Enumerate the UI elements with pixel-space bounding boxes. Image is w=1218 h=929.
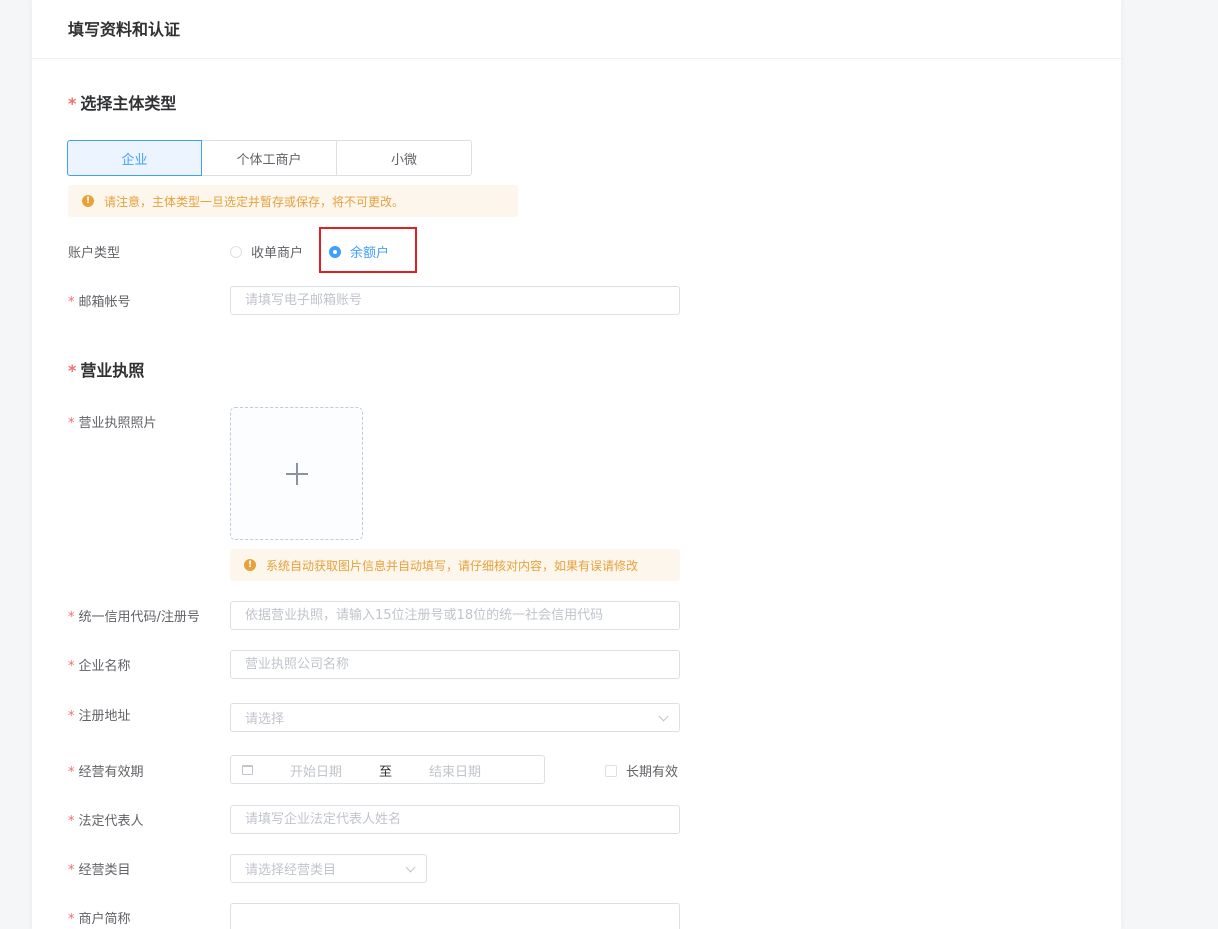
long-term-checkbox[interactable]: 长期有效 bbox=[605, 761, 678, 780]
credit-code-label: * 统一信用代码/注册号 bbox=[68, 606, 200, 625]
end-date-placeholder[interactable]: 结束日期 bbox=[429, 761, 481, 780]
short-name-input[interactable] bbox=[230, 903, 680, 929]
credit-code-label-text: 统一信用代码/注册号 bbox=[78, 610, 200, 625]
legal-rep-label-text: 法定代表人 bbox=[78, 814, 144, 829]
required-mark: * bbox=[68, 863, 75, 878]
required-mark: * bbox=[68, 361, 77, 380]
required-mark: * bbox=[68, 765, 75, 780]
tab-micro[interactable]: 小微 bbox=[337, 140, 472, 176]
subject-type-warning-text: 请注意，主体类型一旦选定并暂存或保存，将不可更改。 bbox=[104, 194, 405, 209]
address-label-text: 注册地址 bbox=[78, 709, 131, 724]
page-title: 填写资料和认证 bbox=[68, 20, 181, 39]
license-section-title: * 营业执照 bbox=[68, 357, 144, 381]
plus-icon bbox=[285, 462, 308, 485]
required-mark: * bbox=[68, 912, 75, 927]
license-section-title-text: 营业执照 bbox=[80, 361, 145, 380]
address-select-placeholder: 请选择 bbox=[245, 712, 285, 727]
calendar-icon bbox=[242, 765, 253, 775]
license-photo-label: * 营业执照照片 bbox=[68, 412, 157, 431]
card-header: 填写资料和认证 bbox=[32, 0, 1121, 59]
legal-rep-label: * 法定代表人 bbox=[68, 810, 144, 829]
radio-merchant-label: 收单商户 bbox=[251, 246, 304, 261]
category-label: * 经营类目 bbox=[68, 859, 131, 878]
chevron-down-icon bbox=[405, 862, 416, 873]
checkbox-box bbox=[605, 764, 617, 777]
license-photo-label-text: 营业执照照片 bbox=[78, 416, 157, 431]
warning-icon: ! bbox=[82, 195, 94, 207]
company-name-input[interactable] bbox=[230, 650, 680, 679]
category-select[interactable]: 请选择经营类目 bbox=[230, 854, 427, 883]
subject-section-title: * 选择主体类型 bbox=[68, 90, 176, 114]
required-mark: * bbox=[68, 709, 75, 724]
tab-enterprise[interactable]: 企业 bbox=[67, 140, 202, 176]
validity-label-text: 经营有效期 bbox=[78, 765, 144, 780]
category-label-text: 经营类目 bbox=[78, 863, 131, 878]
email-input[interactable] bbox=[230, 286, 680, 315]
credit-code-input[interactable] bbox=[230, 601, 680, 630]
tab-individual-business[interactable]: 个体工商户 bbox=[202, 140, 337, 176]
company-name-label: * 企业名称 bbox=[68, 655, 131, 674]
license-photo-upload[interactable] bbox=[230, 407, 363, 540]
date-range-separator: 至 bbox=[379, 765, 393, 780]
required-mark: * bbox=[68, 94, 77, 113]
category-select-placeholder: 请选择经营类目 bbox=[245, 863, 337, 878]
warning-icon: ! bbox=[244, 559, 256, 571]
required-mark: * bbox=[68, 295, 75, 310]
required-mark: * bbox=[68, 814, 75, 829]
radio-circle bbox=[230, 245, 242, 258]
start-date-placeholder[interactable]: 开始日期 bbox=[290, 761, 342, 780]
company-name-label-text: 企业名称 bbox=[78, 659, 131, 674]
required-mark: * bbox=[68, 610, 75, 625]
form-card: 填写资料和认证 * 选择主体类型 企业 个体工商户 小微 ! 请注意，主体类型一旦… bbox=[32, 0, 1121, 929]
address-select[interactable]: 请选择 bbox=[230, 703, 680, 732]
validity-label: * 经营有效期 bbox=[68, 761, 144, 780]
chevron-down-icon bbox=[658, 711, 669, 722]
email-label-text: 邮箱帐号 bbox=[78, 295, 131, 310]
validity-date-range[interactable]: 开始日期 至 结束日期 bbox=[230, 755, 545, 784]
email-label: * 邮箱帐号 bbox=[68, 291, 131, 310]
address-label: * 注册地址 bbox=[68, 705, 131, 724]
radio-merchant[interactable]: 收单商户 bbox=[230, 242, 303, 261]
license-photo-tip-text: 系统自动获取图片信息并自动填写，请仔细核对内容，如果有误请修改 bbox=[266, 558, 639, 573]
subject-section-title-text: 选择主体类型 bbox=[80, 94, 177, 113]
legal-rep-input[interactable] bbox=[230, 805, 680, 834]
required-mark: * bbox=[68, 659, 75, 674]
short-name-label-text: 商户简称 bbox=[78, 912, 131, 927]
short-name-label: * 商户简称 bbox=[68, 908, 131, 927]
license-photo-tip: ! 系统自动获取图片信息并自动填写，请仔细核对内容，如果有误请修改 bbox=[230, 549, 680, 581]
subject-type-tabs: 企业 个体工商户 小微 bbox=[67, 140, 472, 176]
subject-type-warning: ! 请注意，主体类型一旦选定并暂存或保存，将不可更改。 bbox=[68, 185, 518, 217]
long-term-checkbox-label: 长期有效 bbox=[626, 765, 679, 780]
account-type-label: 账户类型 bbox=[68, 246, 121, 261]
highlight-box bbox=[319, 227, 417, 273]
required-mark: * bbox=[68, 416, 75, 431]
